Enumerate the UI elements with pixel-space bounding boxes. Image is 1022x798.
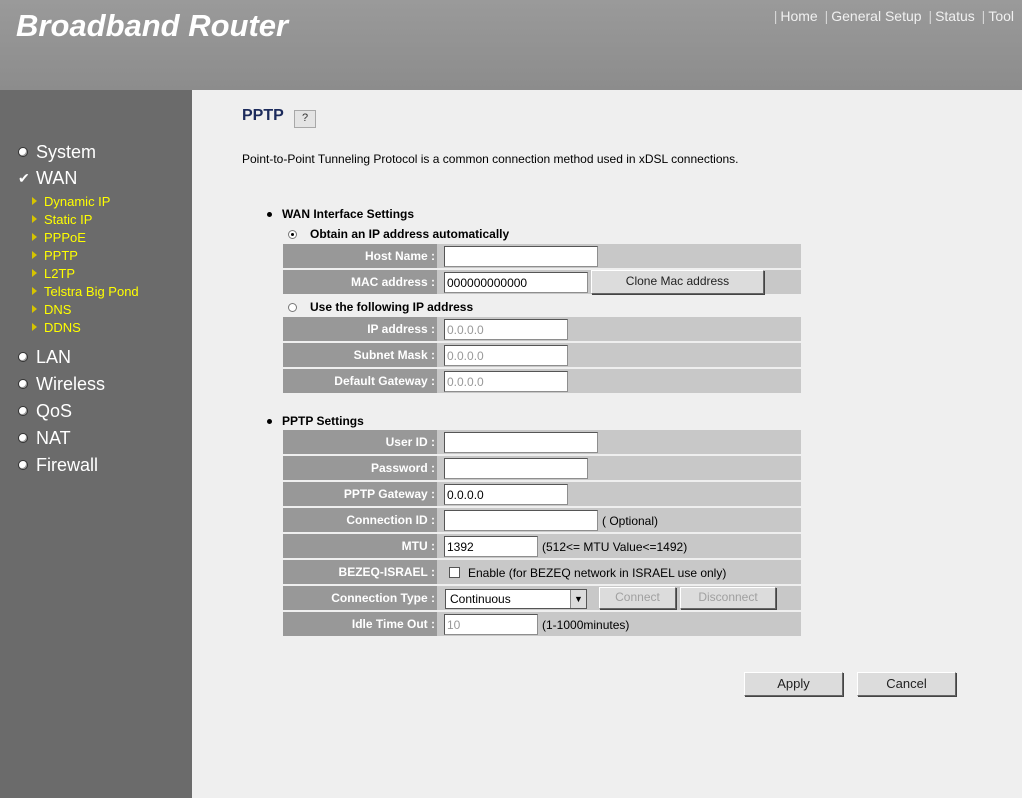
idle-time-out-note: (1-1000minutes)	[542, 618, 630, 632]
connection-id-input[interactable]	[444, 510, 598, 531]
bullet-icon	[18, 379, 28, 389]
radio-static-ip[interactable]: Use the following IP address	[288, 300, 473, 314]
bullet-icon	[18, 406, 28, 416]
idle-time-out-label: Idle Time Out :	[283, 612, 437, 636]
sidebar-sub-l2tp[interactable]: L2TP	[32, 264, 75, 282]
arrow-right-icon	[32, 197, 37, 205]
sidebar-item-wan[interactable]: ✔ WAN	[18, 167, 77, 189]
sidebar-item-lan[interactable]: LAN	[18, 346, 71, 368]
mtu-input[interactable]	[444, 536, 538, 557]
header-bar: Broadband Router | Home | General Setup | S…	[0, 0, 1022, 90]
bullet-icon	[18, 147, 28, 157]
connection-id-row: Connection ID : ( Optional)	[283, 508, 801, 532]
nav-tool-link[interactable]: Tool	[988, 8, 1014, 24]
checkmark-icon: ✔	[18, 170, 30, 186]
brand-title: Broadband Router	[16, 8, 289, 43]
idle-time-out-row: Idle Time Out : (1-1000minutes)	[283, 612, 801, 636]
connection-type-label: Connection Type :	[283, 586, 437, 610]
idle-time-out-input[interactable]	[444, 614, 538, 635]
mtu-row: MTU : (512<= MTU Value<=1492)	[283, 534, 801, 558]
mac-address-input[interactable]	[444, 272, 588, 293]
bullet-icon	[267, 418, 272, 424]
connect-button[interactable]: Connect	[599, 587, 676, 609]
sidebar-sub-telstra-big-pond[interactable]: Telstra Big Pond	[32, 282, 139, 300]
mac-address-label: MAC address :	[283, 270, 437, 294]
sidebar-item-wireless[interactable]: Wireless	[18, 373, 105, 395]
bullet-icon	[267, 211, 272, 217]
pptp-section-label: PPTP Settings	[267, 414, 364, 428]
cancel-button[interactable]: Cancel	[857, 672, 956, 696]
default-gateway-row: Default Gateway :	[283, 369, 801, 393]
ip-address-row: IP address :	[283, 317, 801, 341]
subnet-mask-row: Subnet Mask :	[283, 343, 801, 367]
radio-unselected-icon	[288, 302, 297, 312]
ip-address-input[interactable]	[444, 319, 568, 340]
pptp-gateway-row: PPTP Gateway :	[283, 482, 801, 506]
arrow-right-icon	[32, 233, 37, 241]
radio-selected-icon	[288, 229, 297, 239]
apply-button[interactable]: Apply	[744, 672, 843, 696]
host-name-input[interactable]	[444, 246, 598, 267]
sidebar-sub-static-ip[interactable]: Static IP	[32, 210, 92, 228]
password-input[interactable]	[444, 458, 588, 479]
disconnect-button[interactable]: Disconnect	[680, 587, 776, 609]
default-gateway-label: Default Gateway :	[283, 369, 437, 393]
page-description: Point-to-Point Tunneling Protocol is a c…	[242, 152, 739, 166]
nav-general-setup-link[interactable]: General Setup	[831, 8, 921, 24]
sidebar-sub-dns[interactable]: DNS	[32, 300, 71, 318]
bezeq-enable-checkbox[interactable]	[449, 567, 460, 578]
connection-id-label: Connection ID :	[283, 508, 437, 532]
pptp-gateway-input[interactable]	[444, 484, 568, 505]
bezeq-label: BEZEQ-ISRAEL :	[283, 560, 437, 584]
connection-type-select[interactable]: Continuous ▼	[445, 589, 587, 609]
host-name-label: Host Name :	[283, 244, 437, 268]
top-nav: | Home | General Setup | Status | Tool	[773, 8, 1014, 24]
sidebar-sub-dynamic-ip[interactable]: Dynamic IP	[32, 192, 110, 210]
password-row: Password :	[283, 456, 801, 480]
sidebar-sub-pppoe[interactable]: PPPoE	[32, 228, 86, 246]
wan-section-label: WAN Interface Settings	[267, 207, 414, 221]
connection-type-row: Connection Type : Continuous ▼ Connect D…	[283, 586, 801, 610]
user-id-label: User ID :	[283, 430, 437, 454]
mac-address-row: MAC address : Clone Mac address	[283, 270, 801, 294]
pptp-gateway-label: PPTP Gateway :	[283, 482, 437, 506]
arrow-right-icon	[32, 323, 37, 331]
ip-address-label: IP address :	[283, 317, 437, 341]
host-name-row: Host Name :	[283, 244, 801, 268]
bezeq-row: BEZEQ-ISRAEL : Enable (for BEZEQ network…	[283, 560, 801, 584]
arrow-right-icon	[32, 269, 37, 277]
subnet-mask-input[interactable]	[444, 345, 568, 366]
connection-id-note: ( Optional)	[602, 514, 659, 528]
mtu-note: (512<= MTU Value<=1492)	[542, 540, 688, 554]
bullet-icon	[18, 352, 28, 362]
sidebar: System ✔ WAN Dynamic IP Static IP PPPoE P…	[0, 90, 192, 798]
arrow-right-icon	[32, 305, 37, 313]
user-id-input[interactable]	[444, 432, 598, 453]
sidebar-item-qos[interactable]: QoS	[18, 400, 72, 422]
password-label: Password :	[283, 456, 437, 480]
sidebar-sub-pptp[interactable]: PPTP	[32, 246, 78, 264]
radio-obtain-auto[interactable]: Obtain an IP address automatically	[288, 227, 509, 241]
sidebar-sub-ddns[interactable]: DDNS	[32, 318, 81, 336]
clone-mac-button[interactable]: Clone Mac address	[591, 270, 764, 294]
bullet-icon	[18, 433, 28, 443]
chevron-down-icon: ▼	[570, 590, 586, 608]
main-content: PPTP ? Point-to-Point Tunneling Protocol…	[192, 90, 1022, 798]
sidebar-item-firewall[interactable]: Firewall	[18, 454, 98, 476]
arrow-right-icon	[32, 251, 37, 259]
sidebar-item-system[interactable]: System	[18, 141, 96, 163]
bezeq-enable-label: Enable (for BEZEQ network in ISRAEL use …	[468, 566, 727, 580]
user-id-row: User ID :	[283, 430, 801, 454]
default-gateway-input[interactable]	[444, 371, 568, 392]
nav-status-link[interactable]: Status	[935, 8, 975, 24]
help-icon[interactable]: ?	[294, 110, 316, 128]
subnet-mask-label: Subnet Mask :	[283, 343, 437, 367]
page-title: PPTP	[242, 107, 284, 124]
nav-home-link[interactable]: Home	[780, 8, 817, 24]
bullet-icon	[18, 460, 28, 470]
arrow-right-icon	[32, 287, 37, 295]
arrow-right-icon	[32, 215, 37, 223]
mtu-label: MTU :	[283, 534, 437, 558]
sidebar-item-nat[interactable]: NAT	[18, 427, 71, 449]
